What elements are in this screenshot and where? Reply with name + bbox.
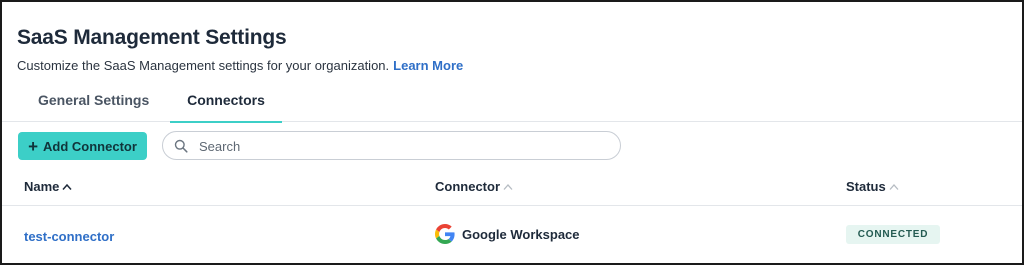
column-header-status[interactable]: Status (846, 179, 899, 194)
sort-inactive-icon (503, 183, 513, 190)
plus-icon: + (28, 136, 39, 156)
search-input[interactable] (199, 136, 599, 156)
sort-inactive-icon (889, 183, 899, 190)
connector-name-link[interactable]: test-connector (24, 229, 114, 244)
column-label-connector: Connector (435, 179, 500, 194)
page-subtitle: Customize the SaaS Management settings f… (17, 58, 463, 73)
connector-type-label: Google Workspace (462, 226, 580, 242)
table-row: test-connector Google Workspace CONNECTE… (2, 207, 1022, 263)
connector-type-cell: Google Workspace (435, 224, 580, 244)
status-badge: CONNECTED (846, 225, 940, 244)
add-connector-label: Add Connector (43, 138, 137, 154)
google-icon (435, 224, 455, 244)
search-icon (174, 139, 188, 153)
add-connector-button[interactable]: + Add Connector (18, 132, 147, 160)
tab-connectors[interactable]: Connectors (170, 92, 282, 123)
column-label-name: Name (24, 179, 60, 194)
column-label-status: Status (846, 179, 886, 194)
tab-bar: General Settings Connectors (2, 84, 1022, 123)
column-header-name[interactable]: Name (24, 179, 72, 194)
column-header-connector[interactable]: Connector (435, 179, 513, 194)
table-header: Name Connector Status (2, 170, 1022, 206)
page-title: SaaS Management Settings (17, 26, 287, 49)
sort-ascending-icon (62, 183, 72, 190)
learn-more-link[interactable]: Learn More (393, 58, 463, 73)
subtitle-text: Customize the SaaS Management settings f… (17, 58, 390, 73)
tab-general-settings[interactable]: General Settings (38, 92, 149, 122)
search-box (162, 131, 621, 160)
settings-panel: SaaS Management Settings Customize the S… (0, 0, 1024, 265)
